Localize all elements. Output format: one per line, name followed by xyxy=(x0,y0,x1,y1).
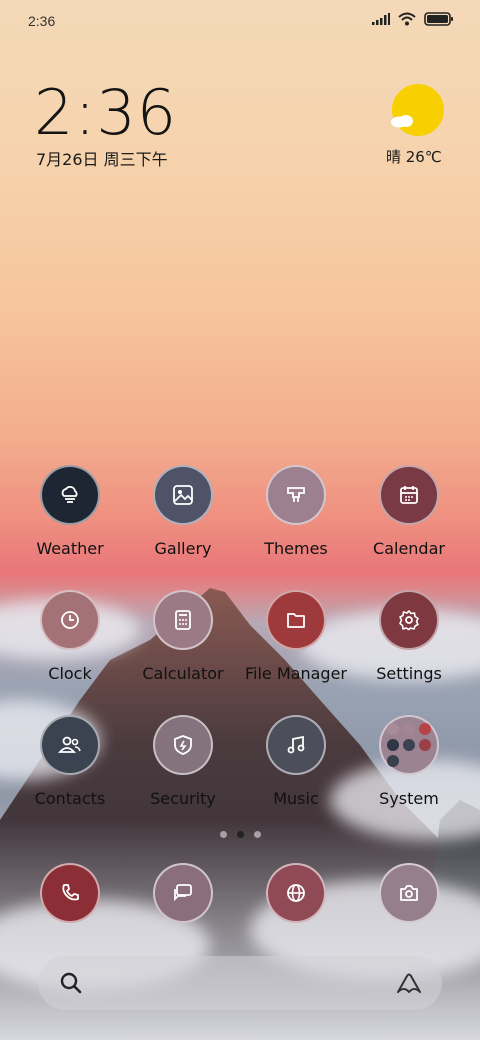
battery-icon xyxy=(424,12,453,26)
app-file-manager[interactable]: File Manager xyxy=(241,590,351,683)
app-label: Clock xyxy=(48,664,92,683)
app-label: Gallery xyxy=(154,539,212,558)
app-calendar[interactable]: Calendar xyxy=(354,465,464,558)
music-icon xyxy=(266,715,326,775)
app-calculator[interactable]: Calculator xyxy=(128,590,238,683)
dock-browser-button[interactable] xyxy=(266,863,326,923)
themes-icon xyxy=(266,465,326,525)
app-label: Weather xyxy=(36,539,104,558)
gallery-icon xyxy=(153,465,213,525)
dock-messages-button[interactable] xyxy=(153,863,213,923)
app-label: Themes xyxy=(264,539,328,558)
weather-icon xyxy=(40,465,100,525)
system-folder-icon xyxy=(379,715,439,775)
sunny-weather-icon xyxy=(392,84,444,136)
app-label: Music xyxy=(273,789,319,808)
page-indicator[interactable] xyxy=(0,831,480,838)
app-label: System xyxy=(379,789,439,808)
calculator-icon xyxy=(153,590,213,650)
folder-icon xyxy=(266,590,326,650)
app-themes[interactable]: Themes xyxy=(241,465,351,558)
search-icon xyxy=(60,972,82,994)
clock-icon xyxy=(40,590,100,650)
gear-icon xyxy=(379,590,439,650)
page-dot[interactable] xyxy=(219,831,227,838)
app-contacts[interactable]: Contacts xyxy=(15,715,125,808)
wifi-icon xyxy=(398,12,416,26)
browser-icon xyxy=(287,884,305,902)
security-icon xyxy=(153,715,213,775)
page-dot-active[interactable] xyxy=(236,831,244,838)
calendar-icon xyxy=(379,465,439,525)
app-security[interactable]: Security xyxy=(128,715,238,808)
voice-assistant-icon[interactable] xyxy=(394,970,424,996)
dock-camera-button[interactable] xyxy=(379,863,439,923)
lockscreen-clock[interactable]: 2:36 xyxy=(34,76,177,149)
app-label: Calendar xyxy=(373,539,445,558)
dock-phone-button[interactable] xyxy=(40,863,100,923)
status-bar: 2:36 xyxy=(0,0,480,44)
app-label: File Manager xyxy=(245,664,347,683)
weather-widget[interactable]: 晴 26℃ xyxy=(386,82,446,172)
phone-icon xyxy=(62,884,79,901)
app-label: Security xyxy=(150,789,216,808)
app-label: Contacts xyxy=(34,789,106,808)
cloud-icon xyxy=(391,115,413,128)
messages-icon xyxy=(174,884,192,902)
camera-icon xyxy=(400,885,418,901)
contacts-icon xyxy=(40,715,100,775)
app-label: Calculator xyxy=(142,664,224,683)
status-time: 2:36 xyxy=(28,13,56,29)
weather-temperature: 晴 26℃ xyxy=(386,148,442,166)
app-clock[interactable]: Clock xyxy=(15,590,125,683)
app-label: Settings xyxy=(376,664,442,683)
app-settings[interactable]: Settings xyxy=(354,590,464,683)
lockscreen-date: 7月26日 周三下午 xyxy=(36,150,168,169)
app-gallery[interactable]: Gallery xyxy=(128,465,238,558)
app-weather[interactable]: Weather xyxy=(15,465,125,558)
signal-icon xyxy=(372,13,390,25)
search-bar[interactable] xyxy=(38,956,442,1010)
page-dot[interactable] xyxy=(253,831,261,838)
app-music[interactable]: Music xyxy=(241,715,351,808)
app-system-folder[interactable]: System xyxy=(354,715,464,808)
